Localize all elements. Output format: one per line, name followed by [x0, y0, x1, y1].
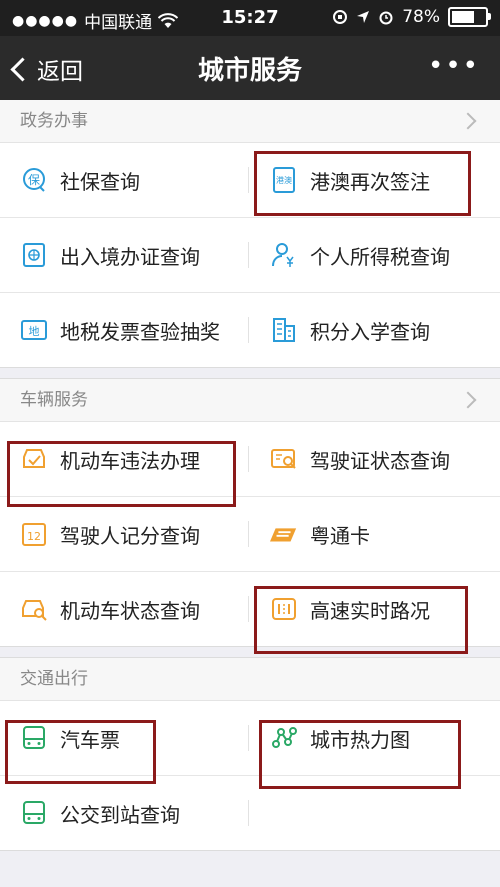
battery-percent: 78% [402, 7, 440, 27]
service-list: 政务办事 保 社保查询 港澳 港澳再次签注 出入境办证查询 个人所得税查询 地 … [0, 100, 500, 861]
service-vehicle-status[interactable]: 机动车状态查询 [0, 572, 250, 646]
svg-text:保: 保 [28, 173, 40, 187]
service-driver-points[interactable]: 12 驾驶人记分查询 [0, 497, 250, 571]
chevron-right-icon [459, 391, 477, 409]
service-license-status[interactable]: 驾驶证状态查询 [250, 422, 500, 496]
service-yuetong-card[interactable]: 粤通卡 [250, 497, 500, 571]
passport-icon [20, 241, 48, 269]
alarm-icon [379, 11, 393, 25]
service-tax-invoice-lottery[interactable]: 地 地税发票查验抽奖 [0, 293, 250, 367]
score-12-icon: 12 [20, 520, 48, 548]
battery-fill [452, 11, 474, 23]
section-transport: 交通出行 汽车票 城市热力图 公交到站查询 [0, 657, 500, 851]
location-icon [357, 11, 370, 23]
section-header[interactable]: 政务办事 [0, 100, 500, 143]
person-tax-icon [270, 241, 298, 269]
hk-macau-icon: 港澳 [270, 166, 298, 194]
car-search-icon [20, 595, 48, 623]
empty-cell [250, 776, 500, 850]
back-button[interactable]: 返回 [10, 52, 83, 86]
chevron-right-icon [459, 112, 477, 130]
back-label: 返回 [37, 59, 83, 85]
service-bus-ticket[interactable]: 汽车票 [0, 701, 250, 775]
service-income-tax[interactable]: 个人所得税查询 [250, 218, 500, 292]
chevron-left-icon [10, 56, 35, 82]
invoice-icon: 地 [20, 316, 48, 344]
bus-icon [20, 724, 48, 752]
rotation-lock-icon [333, 10, 348, 24]
car-check-icon [20, 445, 48, 473]
section-header: 交通出行 [0, 658, 500, 701]
more-button[interactable]: ••• [428, 53, 480, 79]
section-header[interactable]: 车辆服务 [0, 379, 500, 422]
card-icon [270, 520, 298, 548]
service-exit-entry[interactable]: 出入境办证查询 [0, 218, 250, 292]
service-social-security[interactable]: 保 社保查询 [0, 143, 250, 217]
status-bar: ●●●●● 中国联通 15:27 78% [0, 0, 500, 36]
section-government: 政务办事 保 社保查询 港澳 港澳再次签注 出入境办证查询 个人所得税查询 地 … [0, 100, 500, 368]
service-hk-macau-visa[interactable]: 港澳 港澳再次签注 [250, 143, 500, 217]
section-vehicle: 车辆服务 机动车违法办理 驾驶证状态查询 12 驾驶人记分查询 粤通卡 机动车状… [0, 378, 500, 647]
battery-icon [448, 7, 491, 27]
license-search-icon [270, 445, 298, 473]
shield-icon: 保 [20, 166, 48, 194]
bus-icon [20, 799, 48, 827]
building-icon [270, 316, 298, 344]
service-bus-arrival[interactable]: 公交到站查询 [0, 776, 250, 850]
nav-bar: 返回 城市服务 ••• [0, 36, 500, 100]
service-school-points[interactable]: 积分入学查询 [250, 293, 500, 367]
service-city-heatmap[interactable]: 城市热力图 [250, 701, 500, 775]
svg-text:地: 地 [29, 325, 40, 338]
service-vehicle-violation[interactable]: 机动车违法办理 [0, 422, 250, 496]
service-highway-traffic[interactable]: 高速实时路况 [250, 572, 500, 646]
svg-text:港澳: 港澳 [276, 175, 292, 185]
highway-icon [270, 595, 298, 623]
nodes-icon [270, 724, 298, 752]
svg-text:12: 12 [27, 530, 41, 543]
